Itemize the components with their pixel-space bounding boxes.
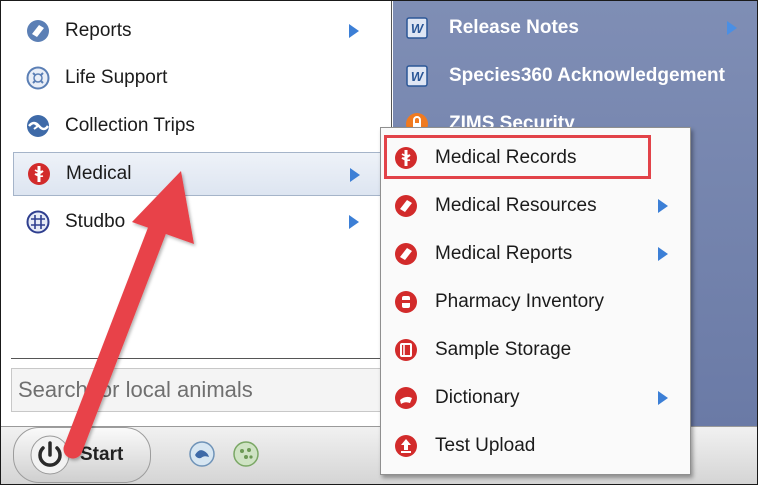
submenu-item-medical-reports[interactable]: Medical Reports [381,230,690,278]
screenshot-frame: W Release Notes W Species360 Acknowledge… [0,0,758,485]
life-support-icon [25,65,51,91]
sample-storage-icon [393,337,419,363]
menu-item-label: Reports [65,20,132,41]
submenu-item-label: Medical Reports [435,243,573,264]
search-input[interactable]: Search for local animals [11,368,395,412]
test-upload-icon [393,433,419,459]
submenu-item-label: Test Upload [435,435,536,456]
submenu-item-pharmacy-inventory[interactable]: Pharmacy Inventory [381,278,690,326]
medical-submenu: Medical Records Medical Resources Medica… [380,127,691,475]
submenu-item-label: Medical Resources [435,195,597,216]
submenu-arrow-icon [658,199,668,213]
menu-item-label: Studbo [65,211,126,232]
reports-icon [25,18,51,44]
menu-item-label: Collection Trips [65,115,195,136]
submenu-arrow-icon [349,215,359,229]
medical-icon [26,161,52,187]
submenu-arrow-icon [350,168,360,182]
menu-item-life-support[interactable]: Life Support [13,56,383,100]
submenu-item-label: Sample Storage [435,339,572,360]
globe-app-icon[interactable] [233,441,259,467]
highlight-box [384,135,651,179]
start-label: Start [80,444,124,465]
start-menu-left-panel: Reports Life Support Collection Trips Me… [11,1,392,359]
right-panel-item-label: Release Notes [449,17,579,38]
menu-item-studbook[interactable]: Studbo [13,200,383,244]
right-panel-item-acknowledgement[interactable]: W Species360 Acknowledgement [405,57,725,95]
right-panel-item-release-notes[interactable]: W Release Notes [405,9,579,47]
submenu-arrow-icon [658,391,668,405]
submenu-item-label: Pharmacy Inventory [435,291,604,312]
submenu-arrow-icon [658,247,668,261]
submenu-item-medical-resources[interactable]: Medical Resources [381,182,690,230]
submenu-item-dictionary[interactable]: Dictionary [381,374,690,422]
studbook-icon [25,209,51,235]
word-doc-icon: W [406,17,428,39]
menu-item-medical[interactable]: Medical [13,152,385,196]
medical-reports-icon [393,241,419,267]
power-icon [30,435,70,475]
menu-item-reports[interactable]: Reports [13,9,383,53]
menu-item-label: Medical [66,163,132,184]
menu-item-collection-trips[interactable]: Collection Trips [13,104,383,148]
medical-resources-icon [393,193,419,219]
submenu-arrow-icon [349,24,359,38]
submenu-item-test-upload[interactable]: Test Upload [381,422,690,470]
right-panel-item-label: Species360 Acknowledgement [449,65,725,86]
collection-trips-icon [25,113,51,139]
animal-app-icon[interactable] [189,441,215,467]
svg-text:W: W [411,69,425,84]
svg-text:W: W [411,21,425,36]
start-button[interactable]: Start [13,427,151,483]
word-doc-icon: W [406,65,428,87]
release-notes-arrow-icon [727,21,737,35]
dictionary-icon [393,385,419,411]
submenu-item-sample-storage[interactable]: Sample Storage [381,326,690,374]
menu-item-label: Life Support [65,67,168,88]
pharmacy-icon [393,289,419,315]
submenu-item-label: Dictionary [435,387,520,408]
search-placeholder: Search for local animals [18,377,253,402]
